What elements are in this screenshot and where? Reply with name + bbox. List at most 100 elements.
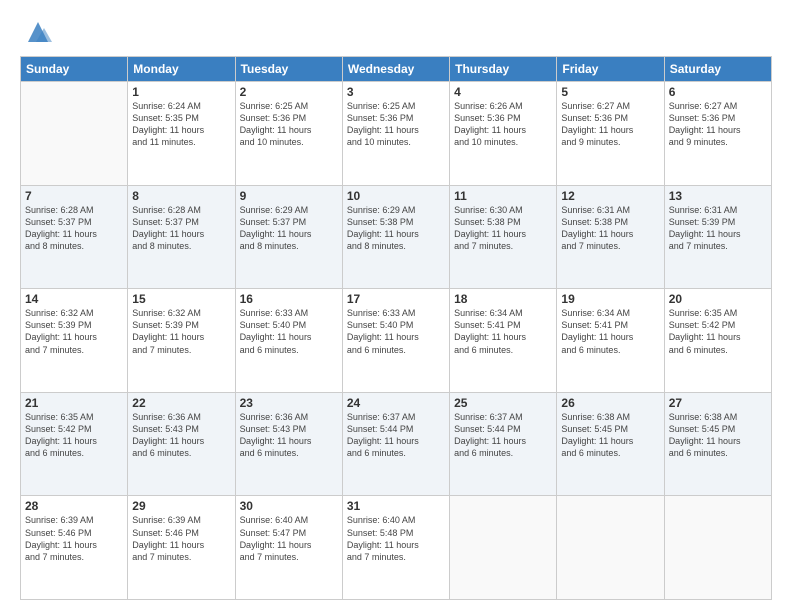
logo-icon bbox=[24, 18, 52, 46]
day-number: 16 bbox=[240, 292, 338, 306]
calendar-week-row: 14Sunrise: 6:32 AM Sunset: 5:39 PM Dayli… bbox=[21, 289, 772, 393]
day-info: Sunrise: 6:30 AM Sunset: 5:38 PM Dayligh… bbox=[454, 204, 552, 253]
weekday-header-monday: Monday bbox=[128, 57, 235, 82]
day-info: Sunrise: 6:25 AM Sunset: 5:36 PM Dayligh… bbox=[240, 100, 338, 149]
page: SundayMondayTuesdayWednesdayThursdayFrid… bbox=[0, 0, 792, 612]
calendar-week-row: 1Sunrise: 6:24 AM Sunset: 5:35 PM Daylig… bbox=[21, 82, 772, 186]
calendar-cell: 24Sunrise: 6:37 AM Sunset: 5:44 PM Dayli… bbox=[342, 392, 449, 496]
calendar-cell: 14Sunrise: 6:32 AM Sunset: 5:39 PM Dayli… bbox=[21, 289, 128, 393]
calendar-cell bbox=[664, 496, 771, 600]
day-info: Sunrise: 6:36 AM Sunset: 5:43 PM Dayligh… bbox=[240, 411, 338, 460]
day-number: 12 bbox=[561, 189, 659, 203]
calendar-cell: 27Sunrise: 6:38 AM Sunset: 5:45 PM Dayli… bbox=[664, 392, 771, 496]
calendar-cell bbox=[557, 496, 664, 600]
calendar-cell: 25Sunrise: 6:37 AM Sunset: 5:44 PM Dayli… bbox=[450, 392, 557, 496]
calendar-cell: 8Sunrise: 6:28 AM Sunset: 5:37 PM Daylig… bbox=[128, 185, 235, 289]
day-number: 29 bbox=[132, 499, 230, 513]
day-number: 7 bbox=[25, 189, 123, 203]
calendar-cell: 18Sunrise: 6:34 AM Sunset: 5:41 PM Dayli… bbox=[450, 289, 557, 393]
calendar-cell: 19Sunrise: 6:34 AM Sunset: 5:41 PM Dayli… bbox=[557, 289, 664, 393]
calendar-cell bbox=[21, 82, 128, 186]
weekday-header-friday: Friday bbox=[557, 57, 664, 82]
day-info: Sunrise: 6:38 AM Sunset: 5:45 PM Dayligh… bbox=[561, 411, 659, 460]
calendar-cell: 20Sunrise: 6:35 AM Sunset: 5:42 PM Dayli… bbox=[664, 289, 771, 393]
day-info: Sunrise: 6:34 AM Sunset: 5:41 PM Dayligh… bbox=[561, 307, 659, 356]
calendar-cell: 6Sunrise: 6:27 AM Sunset: 5:36 PM Daylig… bbox=[664, 82, 771, 186]
day-info: Sunrise: 6:40 AM Sunset: 5:47 PM Dayligh… bbox=[240, 514, 338, 563]
day-info: Sunrise: 6:35 AM Sunset: 5:42 PM Dayligh… bbox=[669, 307, 767, 356]
calendar-cell: 21Sunrise: 6:35 AM Sunset: 5:42 PM Dayli… bbox=[21, 392, 128, 496]
day-number: 14 bbox=[25, 292, 123, 306]
day-number: 22 bbox=[132, 396, 230, 410]
day-number: 11 bbox=[454, 189, 552, 203]
calendar-cell: 2Sunrise: 6:25 AM Sunset: 5:36 PM Daylig… bbox=[235, 82, 342, 186]
day-info: Sunrise: 6:27 AM Sunset: 5:36 PM Dayligh… bbox=[561, 100, 659, 149]
day-number: 15 bbox=[132, 292, 230, 306]
day-info: Sunrise: 6:25 AM Sunset: 5:36 PM Dayligh… bbox=[347, 100, 445, 149]
day-number: 13 bbox=[669, 189, 767, 203]
day-number: 31 bbox=[347, 499, 445, 513]
weekday-header-row: SundayMondayTuesdayWednesdayThursdayFrid… bbox=[21, 57, 772, 82]
day-info: Sunrise: 6:33 AM Sunset: 5:40 PM Dayligh… bbox=[347, 307, 445, 356]
day-number: 2 bbox=[240, 85, 338, 99]
day-number: 20 bbox=[669, 292, 767, 306]
calendar-cell: 28Sunrise: 6:39 AM Sunset: 5:46 PM Dayli… bbox=[21, 496, 128, 600]
calendar-cell: 5Sunrise: 6:27 AM Sunset: 5:36 PM Daylig… bbox=[557, 82, 664, 186]
day-number: 10 bbox=[347, 189, 445, 203]
day-info: Sunrise: 6:35 AM Sunset: 5:42 PM Dayligh… bbox=[25, 411, 123, 460]
day-info: Sunrise: 6:32 AM Sunset: 5:39 PM Dayligh… bbox=[25, 307, 123, 356]
header bbox=[20, 18, 772, 46]
calendar-cell: 10Sunrise: 6:29 AM Sunset: 5:38 PM Dayli… bbox=[342, 185, 449, 289]
calendar-cell: 9Sunrise: 6:29 AM Sunset: 5:37 PM Daylig… bbox=[235, 185, 342, 289]
calendar-cell: 4Sunrise: 6:26 AM Sunset: 5:36 PM Daylig… bbox=[450, 82, 557, 186]
day-number: 19 bbox=[561, 292, 659, 306]
calendar-cell: 13Sunrise: 6:31 AM Sunset: 5:39 PM Dayli… bbox=[664, 185, 771, 289]
calendar-cell: 17Sunrise: 6:33 AM Sunset: 5:40 PM Dayli… bbox=[342, 289, 449, 393]
weekday-header-sunday: Sunday bbox=[21, 57, 128, 82]
day-number: 23 bbox=[240, 396, 338, 410]
day-number: 1 bbox=[132, 85, 230, 99]
day-info: Sunrise: 6:39 AM Sunset: 5:46 PM Dayligh… bbox=[132, 514, 230, 563]
day-number: 27 bbox=[669, 396, 767, 410]
day-number: 17 bbox=[347, 292, 445, 306]
logo bbox=[20, 18, 52, 46]
calendar-cell: 29Sunrise: 6:39 AM Sunset: 5:46 PM Dayli… bbox=[128, 496, 235, 600]
day-number: 26 bbox=[561, 396, 659, 410]
calendar-cell: 23Sunrise: 6:36 AM Sunset: 5:43 PM Dayli… bbox=[235, 392, 342, 496]
day-info: Sunrise: 6:39 AM Sunset: 5:46 PM Dayligh… bbox=[25, 514, 123, 563]
day-info: Sunrise: 6:29 AM Sunset: 5:38 PM Dayligh… bbox=[347, 204, 445, 253]
day-info: Sunrise: 6:36 AM Sunset: 5:43 PM Dayligh… bbox=[132, 411, 230, 460]
calendar-week-row: 21Sunrise: 6:35 AM Sunset: 5:42 PM Dayli… bbox=[21, 392, 772, 496]
day-info: Sunrise: 6:24 AM Sunset: 5:35 PM Dayligh… bbox=[132, 100, 230, 149]
calendar-week-row: 28Sunrise: 6:39 AM Sunset: 5:46 PM Dayli… bbox=[21, 496, 772, 600]
day-info: Sunrise: 6:40 AM Sunset: 5:48 PM Dayligh… bbox=[347, 514, 445, 563]
day-number: 24 bbox=[347, 396, 445, 410]
calendar-cell: 11Sunrise: 6:30 AM Sunset: 5:38 PM Dayli… bbox=[450, 185, 557, 289]
calendar-cell: 31Sunrise: 6:40 AM Sunset: 5:48 PM Dayli… bbox=[342, 496, 449, 600]
weekday-header-wednesday: Wednesday bbox=[342, 57, 449, 82]
day-info: Sunrise: 6:27 AM Sunset: 5:36 PM Dayligh… bbox=[669, 100, 767, 149]
day-info: Sunrise: 6:26 AM Sunset: 5:36 PM Dayligh… bbox=[454, 100, 552, 149]
calendar-cell: 1Sunrise: 6:24 AM Sunset: 5:35 PM Daylig… bbox=[128, 82, 235, 186]
day-info: Sunrise: 6:37 AM Sunset: 5:44 PM Dayligh… bbox=[454, 411, 552, 460]
day-number: 9 bbox=[240, 189, 338, 203]
calendar-table: SundayMondayTuesdayWednesdayThursdayFrid… bbox=[20, 56, 772, 600]
day-number: 18 bbox=[454, 292, 552, 306]
calendar-cell bbox=[450, 496, 557, 600]
day-info: Sunrise: 6:31 AM Sunset: 5:39 PM Dayligh… bbox=[669, 204, 767, 253]
day-number: 3 bbox=[347, 85, 445, 99]
day-number: 5 bbox=[561, 85, 659, 99]
day-number: 28 bbox=[25, 499, 123, 513]
calendar-cell: 15Sunrise: 6:32 AM Sunset: 5:39 PM Dayli… bbox=[128, 289, 235, 393]
day-number: 8 bbox=[132, 189, 230, 203]
day-info: Sunrise: 6:38 AM Sunset: 5:45 PM Dayligh… bbox=[669, 411, 767, 460]
calendar-week-row: 7 Sunrise: 6:28 AM Sunset: 5:37 PM Daylig… bbox=[21, 185, 772, 289]
day-info: Sunrise: 6:28 AM Sunset: 5:37 PM Dayligh… bbox=[132, 204, 230, 253]
calendar-cell: 26Sunrise: 6:38 AM Sunset: 5:45 PM Dayli… bbox=[557, 392, 664, 496]
day-number: 30 bbox=[240, 499, 338, 513]
day-info: Sunrise: 6:29 AM Sunset: 5:37 PM Dayligh… bbox=[240, 204, 338, 253]
calendar-cell: 3Sunrise: 6:25 AM Sunset: 5:36 PM Daylig… bbox=[342, 82, 449, 186]
weekday-header-thursday: Thursday bbox=[450, 57, 557, 82]
day-info: Sunrise: 6:31 AM Sunset: 5:38 PM Dayligh… bbox=[561, 204, 659, 253]
calendar-cell: 22Sunrise: 6:36 AM Sunset: 5:43 PM Dayli… bbox=[128, 392, 235, 496]
